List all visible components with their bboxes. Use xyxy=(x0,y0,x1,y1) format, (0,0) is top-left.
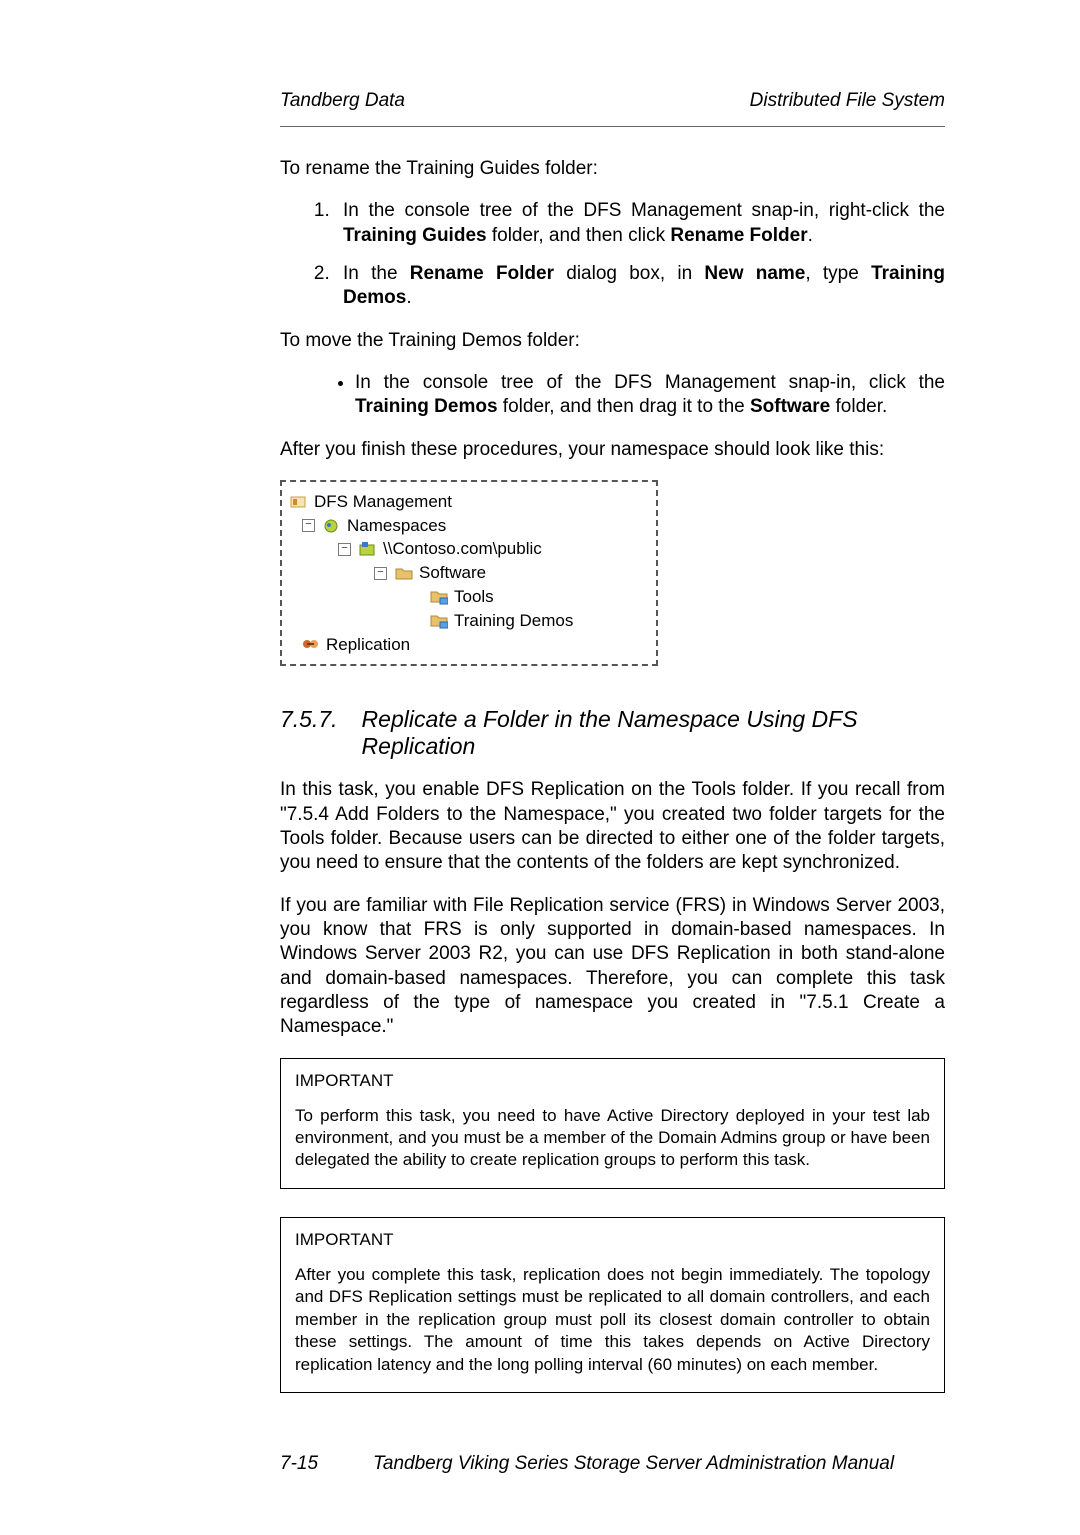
header-rule xyxy=(280,126,945,127)
intro-rename: To rename the Training Guides folder: xyxy=(280,157,945,181)
step-1: In the console tree of the DFS Managemen… xyxy=(335,199,945,248)
important-box-1: IMPORTANT To perform this task, you need… xyxy=(280,1058,945,1189)
tree-tools-label: Tools xyxy=(454,585,494,609)
shared-folder-icon xyxy=(430,613,448,629)
important-label: IMPORTANT xyxy=(295,1071,930,1091)
intro-move: To move the Training Demos folder: xyxy=(280,329,945,353)
tree-namespaces-label: Namespaces xyxy=(347,514,446,538)
running-header: Tandberg Data Distributed File System xyxy=(280,90,945,112)
page-number: 7-15 xyxy=(280,1453,318,1475)
manual-title: Tandberg Viking Series Storage Server Ad… xyxy=(373,1453,894,1475)
header-right: Distributed File System xyxy=(750,90,945,112)
after-text: After you finish these procedures, your … xyxy=(280,438,945,462)
expander-icon: − xyxy=(338,543,351,556)
tree-replication-label: Replication xyxy=(326,633,410,657)
rename-steps: In the console tree of the DFS Managemen… xyxy=(280,199,945,310)
tree-path: − \\Contoso.com\public xyxy=(290,537,646,561)
tree-replication: Replication xyxy=(290,633,646,657)
replication-icon xyxy=(302,636,320,652)
tree-software: − Software xyxy=(290,561,646,585)
dfs-management-icon xyxy=(290,494,308,510)
folder-icon xyxy=(395,565,413,581)
move-steps: In the console tree of the DFS Managemen… xyxy=(280,371,945,420)
section-para-1: In this task, you enable DFS Replication… xyxy=(280,778,945,875)
namespaces-icon xyxy=(323,518,341,534)
section-heading: 7.5.7. Replicate a Folder in the Namespa… xyxy=(280,706,945,760)
tree-root: DFS Management xyxy=(290,490,646,514)
tree-software-label: Software xyxy=(419,561,486,585)
important-box-2: IMPORTANT After you complete this task, … xyxy=(280,1217,945,1393)
shared-folder-icon xyxy=(430,589,448,605)
expander-icon: − xyxy=(374,567,387,580)
important-body: To perform this task, you need to have A… xyxy=(295,1105,930,1172)
header-left: Tandberg Data xyxy=(280,90,405,112)
tree-training-demos: Training Demos xyxy=(290,609,646,633)
page-footer: 7-15 Tandberg Viking Series Storage Serv… xyxy=(280,1453,945,1475)
tree-training-demos-label: Training Demos xyxy=(454,609,573,633)
expander-icon: − xyxy=(302,519,315,532)
move-step-1: In the console tree of the DFS Managemen… xyxy=(355,371,945,420)
tree-path-label: \\Contoso.com\public xyxy=(383,537,542,561)
important-body: After you complete this task, replicatio… xyxy=(295,1264,930,1376)
namespace-path-icon xyxy=(359,541,377,557)
important-label: IMPORTANT xyxy=(295,1230,930,1250)
tree-namespaces: − Namespaces xyxy=(290,514,646,538)
step-2: In the Rename Folder dialog box, in New … xyxy=(335,262,945,311)
section-para-2: If you are familiar with File Replicatio… xyxy=(280,894,945,1040)
tree-root-label: DFS Management xyxy=(314,490,452,514)
section-title: Replicate a Folder in the Namespace Usin… xyxy=(362,706,945,760)
section-number: 7.5.7. xyxy=(280,706,338,760)
tree-tools: Tools xyxy=(290,585,646,609)
namespace-tree: DFS Management − Namespaces − \\Contoso.… xyxy=(280,480,658,667)
